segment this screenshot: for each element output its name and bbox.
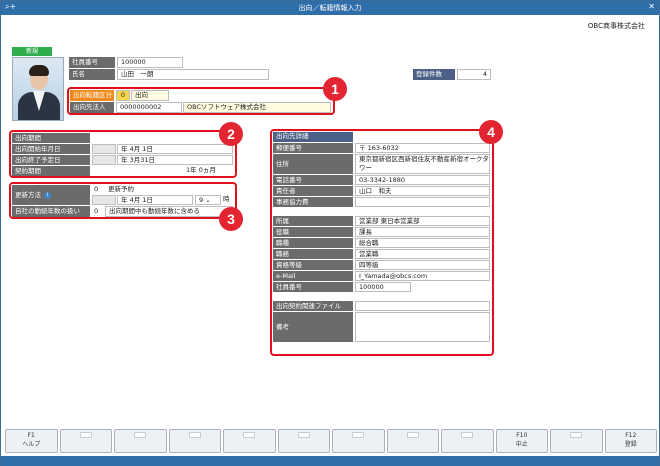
start-year-field[interactable] [92,144,116,154]
detail-label: 郵便番号 [273,143,353,153]
end-date-field[interactable]: 年 3月31日 [117,155,233,165]
renewal-date-field[interactable]: 年 4月 1日 [117,195,193,205]
detail-label: 事務協力費 [273,197,353,207]
detail-label: 資格等級 [273,260,353,270]
fkey-4[interactable] [168,429,221,453]
end-date-label: 出向終了予定日 [12,155,90,165]
window-title: 出向／転籍情報入力 [298,4,362,12]
service-years-label: 自社の勤続年数の扱い [12,206,90,217]
renewal-method-text: 更新方法 [15,191,41,199]
employee-name-label: 氏名 [69,69,115,80]
destination-detail-header: 出向先詳細 [273,132,353,142]
detail-label: 電話番号 [273,175,353,185]
detail-label: 住所 [273,154,353,174]
detail-value[interactable]: 営業部 東日本営業部 [355,216,490,226]
fkey-2[interactable] [59,429,112,453]
detail-label: 職務 [273,249,353,259]
company-name: OBC商事株式会社 [587,22,645,30]
employee-id-label: 社員番号 [69,57,115,68]
transfer-type-code[interactable]: 0 [116,90,130,101]
fkey-10[interactable]: F10 中止 [495,429,548,453]
destination-code[interactable]: 0000000002 [116,102,182,113]
function-key-bar: F1 ヘルプ F10 中止 F12 登録 [5,429,657,453]
fkey-5[interactable] [223,429,276,453]
fkey-12[interactable]: F12 登録 [604,429,657,453]
callout-2: 2 [219,122,243,146]
detail-value[interactable]: 〒 163-6032 [355,143,490,153]
fkey-3[interactable] [114,429,167,453]
detail-label: 役職 [273,227,353,237]
detail-value[interactable] [355,197,490,207]
end-year-field[interactable] [92,155,116,165]
callout-3: 3 [219,207,243,231]
employee-name-field: 山田 一朗 [117,69,269,80]
contract-period-label: 契約期間 [12,166,90,176]
detail-label: 出向契約関連ファイル [273,301,353,311]
period-label: 出向期間 [12,133,90,143]
detail-label: 社員番号 [273,282,353,292]
fkey-8[interactable] [386,429,439,453]
renewal-method-label: 更新方法 i [12,185,90,205]
detail-value[interactable]: 100000 [355,282,411,292]
detail-value[interactable]: I_Yamada@obcs.com [355,271,490,281]
transfer-type-label: 出向転籍区分 [70,90,114,101]
service-years-code[interactable]: 0 [94,206,98,217]
transfer-type-value: 出向 [131,90,169,101]
renewal-hour-select[interactable]: 9 ⌄ [195,195,221,205]
chevron-down-icon: ⌄ [205,196,211,204]
fkey-9[interactable] [441,429,494,453]
info-icon[interactable]: i [44,191,51,199]
detail-label: 職種 [273,238,353,248]
callout-1: 1 [323,77,347,101]
detail-label: 所属 [273,216,353,226]
service-years-value: 出向期間中も勤続年数に含める [105,206,233,217]
fkey-6[interactable] [277,429,330,453]
renewal-method-code[interactable]: 0 [94,184,98,195]
window: ⌕+ 出向／転籍情報入力 ✕ OBC商事株式会社 新規 社員番号 100000 … [0,0,660,466]
detail-label: 備考 [273,312,353,342]
detail-value[interactable]: 課長 [355,227,490,237]
employee-id-field[interactable]: 100000 [117,57,183,68]
renewal-method-value: 更新予約 [108,185,134,193]
detail-value[interactable]: 総合職 [355,238,490,248]
status-bar [1,456,659,466]
registered-count-label: 登録件数 [413,69,455,80]
registered-count-value: 4 [457,69,491,80]
renewal-year-field[interactable] [92,195,116,205]
close-icon[interactable]: ✕ [648,2,655,11]
detail-value[interactable]: 03-3342-1880 [355,175,490,185]
destination-label: 出向先法人 [70,102,114,113]
detail-value[interactable]: 四等級 [355,260,490,270]
detail-label: e-Mail [273,271,353,281]
employee-photo [12,57,64,121]
new-badge: 新規 [12,47,52,56]
start-date-label: 出向開始年月日 [12,144,90,154]
fkey-1[interactable]: F1 ヘルプ [5,429,58,453]
detail-value[interactable] [355,301,490,311]
fkey-11[interactable] [550,429,603,453]
start-date-field[interactable]: 年 4月 1日 [117,144,233,154]
callout-4: 4 [479,120,503,144]
hour-suffix: 時 [223,195,230,203]
contract-period-value: 1年 0ヵ月 [186,166,216,174]
detail-label: 責任者 [273,186,353,196]
detail-value[interactable] [355,312,490,342]
fkey-7[interactable] [332,429,385,453]
detail-value[interactable]: 営業職 [355,249,490,259]
title-bar: ⌕+ 出向／転籍情報入力 ✕ [1,1,659,15]
destination-name: OBCソフトウェア株式会社 [183,102,331,113]
detail-value[interactable]: 山口 和夫 [355,186,490,196]
detail-value[interactable]: 東京都新宿区西新宿住友不動産新宿オークタワー [355,154,490,174]
renewal-hour-value: 9 [199,196,204,204]
